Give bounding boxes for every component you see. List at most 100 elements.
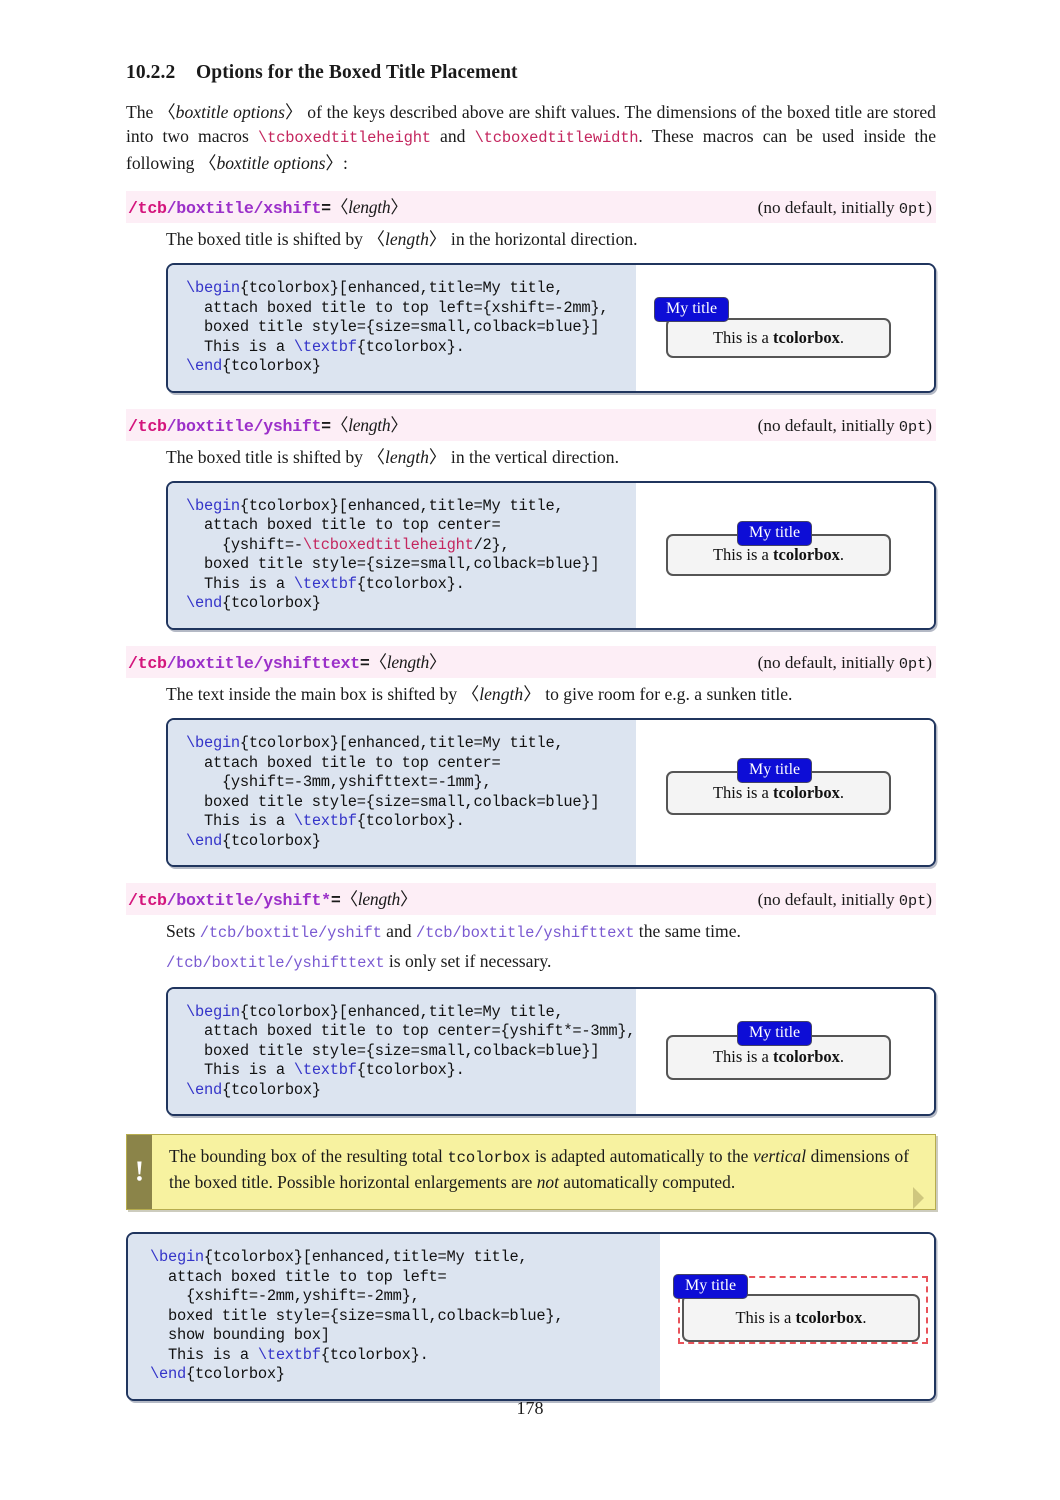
key-path: /boxtitle/yshift* <box>166 891 331 911</box>
key-path: /boxtitle/xshift <box>166 198 322 218</box>
warning-note-box: ! The bounding box of the resulting tota… <box>126 1134 936 1211</box>
desc-text-b: in the horizontal direction. <box>446 228 638 249</box>
page-content: 10.2.2 Options for the Boxed Title Place… <box>126 62 936 1401</box>
note-emphasis-not: not <box>536 1172 559 1193</box>
exclamation-icon: ! <box>134 1155 145 1188</box>
code-line: {xshift=-2mm,yshift=-2mm}, <box>150 1287 420 1306</box>
note-text-a: The bounding box of the resulting total <box>169 1146 448 1167</box>
code-line: {yshift=-3mm,yshifttext=-1mm}, <box>186 773 492 792</box>
example-yshift-star: \begin{tcolorbox}[enhanced,title=My titl… <box>166 986 936 1117</box>
code-line: This is a \textbf{tcolorbox}. <box>186 812 465 831</box>
intro-text-a: The <box>126 102 159 122</box>
key-argument: length <box>331 197 408 217</box>
note-text-d: automatically computed. <box>558 1172 736 1193</box>
key-path: /boxtitle/yshifttext <box>166 653 360 673</box>
code-line: attach boxed title to top center={yshift… <box>186 1022 636 1041</box>
key-default-post: ) <box>926 652 932 672</box>
key-default: (no default, initially 0pt) <box>758 198 932 218</box>
tcolorbox-body: This is a tcolorbox. <box>735 1308 867 1328</box>
key-description-xshift: The boxed title is shifted by length in … <box>126 227 936 251</box>
key-definition-yshift: /tcb/boxtitle/yshift=length (no default,… <box>126 408 936 441</box>
example-code-block: \begin{tcolorbox}[enhanced,title=My titl… <box>168 265 636 391</box>
key-argument: length <box>331 415 408 435</box>
code-line: boxed title style={size=small,colback=bl… <box>186 555 600 574</box>
code-line: This is a \textbf{tcolorbox}. <box>186 574 465 593</box>
keyref-yshifttext: /tcb/boxtitle/yshifttext <box>415 924 635 943</box>
code-line: \end{tcolorbox} <box>186 357 321 376</box>
key-default-pre: (no default, initially <box>757 415 899 435</box>
desc-text-mid: and <box>381 921 416 942</box>
code-line: This is a \textbf{tcolorbox}. <box>186 1061 465 1080</box>
key-definition-yshifttext: /tcb/boxtitle/yshifttext=length (no defa… <box>126 645 936 678</box>
key-name: /tcb/boxtitle/yshift=length <box>128 412 408 437</box>
code-line: \end{tcolorbox} <box>186 831 321 850</box>
example-yshifttext: \begin{tcolorbox}[enhanced,title=My titl… <box>166 718 936 868</box>
macro-tcboxedtitleheight: \tcboxedtitleheight <box>257 129 431 148</box>
code-line: boxed title style={size=small,colback=bl… <box>150 1306 564 1325</box>
code-line: attach boxed title to top left={xshift=-… <box>186 298 609 317</box>
rendered-tcolorbox: This is a tcolorbox. <box>682 1294 920 1343</box>
key-default-pre: (no default, initially <box>757 890 899 910</box>
example-result: This is a tcolorbox. My title <box>636 265 934 391</box>
example-result: This is a tcolorbox. My title <box>660 1234 934 1399</box>
section-title: Options for the Boxed Title Placement <box>196 62 518 83</box>
code-line: \end{tcolorbox} <box>150 1365 285 1384</box>
key-equals: = <box>321 416 331 436</box>
key-equals: = <box>321 198 331 218</box>
key-default-value: 0pt <box>898 892 927 911</box>
desc-text-a: Sets <box>166 921 200 942</box>
key-description-yshift-star-line2: /tcb/boxtitle/yshifttext is only set if … <box>126 949 936 975</box>
rendered-boxed-title: My title <box>737 758 813 784</box>
key-default-value: 0pt <box>898 654 927 673</box>
example-code-block: \begin{tcolorbox}[enhanced,title=My titl… <box>168 988 636 1115</box>
key-equals: = <box>330 891 341 911</box>
key-definition-xshift: /tcb/boxtitle/xshift=length (no default,… <box>126 190 936 223</box>
code-line: boxed title style={size=small,colback=bl… <box>186 318 600 337</box>
note-mono-tcolorbox: tcolorbox <box>447 1149 531 1168</box>
example-xshift: \begin{tcolorbox}[enhanced,title=My titl… <box>166 263 936 393</box>
intro-paragraph: The boxtitle options of the keys describ… <box>126 100 936 175</box>
code-line: \begin{tcolorbox}[enhanced,title=My titl… <box>186 734 564 753</box>
tcolorbox-body: This is a tcolorbox. <box>712 1047 845 1067</box>
note-fold-edge <box>913 1187 935 1210</box>
key-default-value: 0pt <box>898 417 927 436</box>
boxtitle-options-term-2: boxtitle options <box>199 153 343 173</box>
desc-tail: is only set if necessary. <box>384 950 552 971</box>
rendered-boxed-title: My title <box>654 297 730 323</box>
rendered-tcolorbox: This is a tcolorbox. <box>666 318 891 359</box>
intro-text-c: and <box>430 126 475 147</box>
code-line: This is a \textbf{tcolorbox}. <box>186 337 465 356</box>
code-line: boxed title style={size=small,colback=bl… <box>186 1041 600 1060</box>
key-default-value: 0pt <box>898 199 927 218</box>
key-default: (no default, initially 0pt) <box>758 416 932 436</box>
key-description-yshifttext: The text inside the main box is shifted … <box>126 682 936 706</box>
code-line: \begin{tcolorbox}[enhanced,title=My titl… <box>186 1002 564 1021</box>
rendered-boxed-title: My title <box>673 1274 749 1300</box>
key-name: /tcb/boxtitle/yshift*=length <box>128 886 417 911</box>
key-default: (no default, initially 0pt) <box>758 653 932 673</box>
desc-length-term: length <box>367 447 446 467</box>
key-default: (no default, initially 0pt) <box>758 890 932 910</box>
key-name: /tcb/boxtitle/xshift=length <box>128 194 408 219</box>
macro-tcboxedtitlewidth: \tcboxedtitlewidth <box>474 129 639 148</box>
example-code-block: \begin{tcolorbox}[enhanced,title=My titl… <box>128 1234 660 1399</box>
code-line: attach boxed title to top center= <box>186 516 501 535</box>
code-line: {yshift=-\tcboxedtitleheight/2}, <box>186 535 510 554</box>
note-emphasis-vertical: vertical <box>752 1146 807 1167</box>
code-line: attach boxed title to top center= <box>186 753 501 772</box>
key-default-post: ) <box>926 415 932 435</box>
key-definition-yshift-star: /tcb/boxtitle/yshift*=length (no default… <box>126 883 936 916</box>
key-argument: length <box>341 889 418 909</box>
boxtitle-options-term: boxtitle options <box>158 102 303 122</box>
rendered-boxed-title: My title <box>737 520 813 546</box>
tcolorbox-body: This is a tcolorbox. <box>712 544 845 564</box>
key-prefix: /tcb <box>128 416 167 436</box>
intro-text-e: : <box>343 152 348 173</box>
key-default-pre: (no default, initially <box>757 197 899 217</box>
example-result: This is a tcolorbox. My title <box>636 482 934 628</box>
code-line: \begin{tcolorbox}[enhanced,title=My titl… <box>186 496 564 515</box>
document-page: 10.2.2 Options for the Boxed Title Place… <box>0 0 1060 1500</box>
tcolorbox-body: This is a tcolorbox. <box>712 328 845 348</box>
key-name: /tcb/boxtitle/yshifttext=length <box>128 649 446 674</box>
key-prefix: /tcb <box>128 198 167 218</box>
